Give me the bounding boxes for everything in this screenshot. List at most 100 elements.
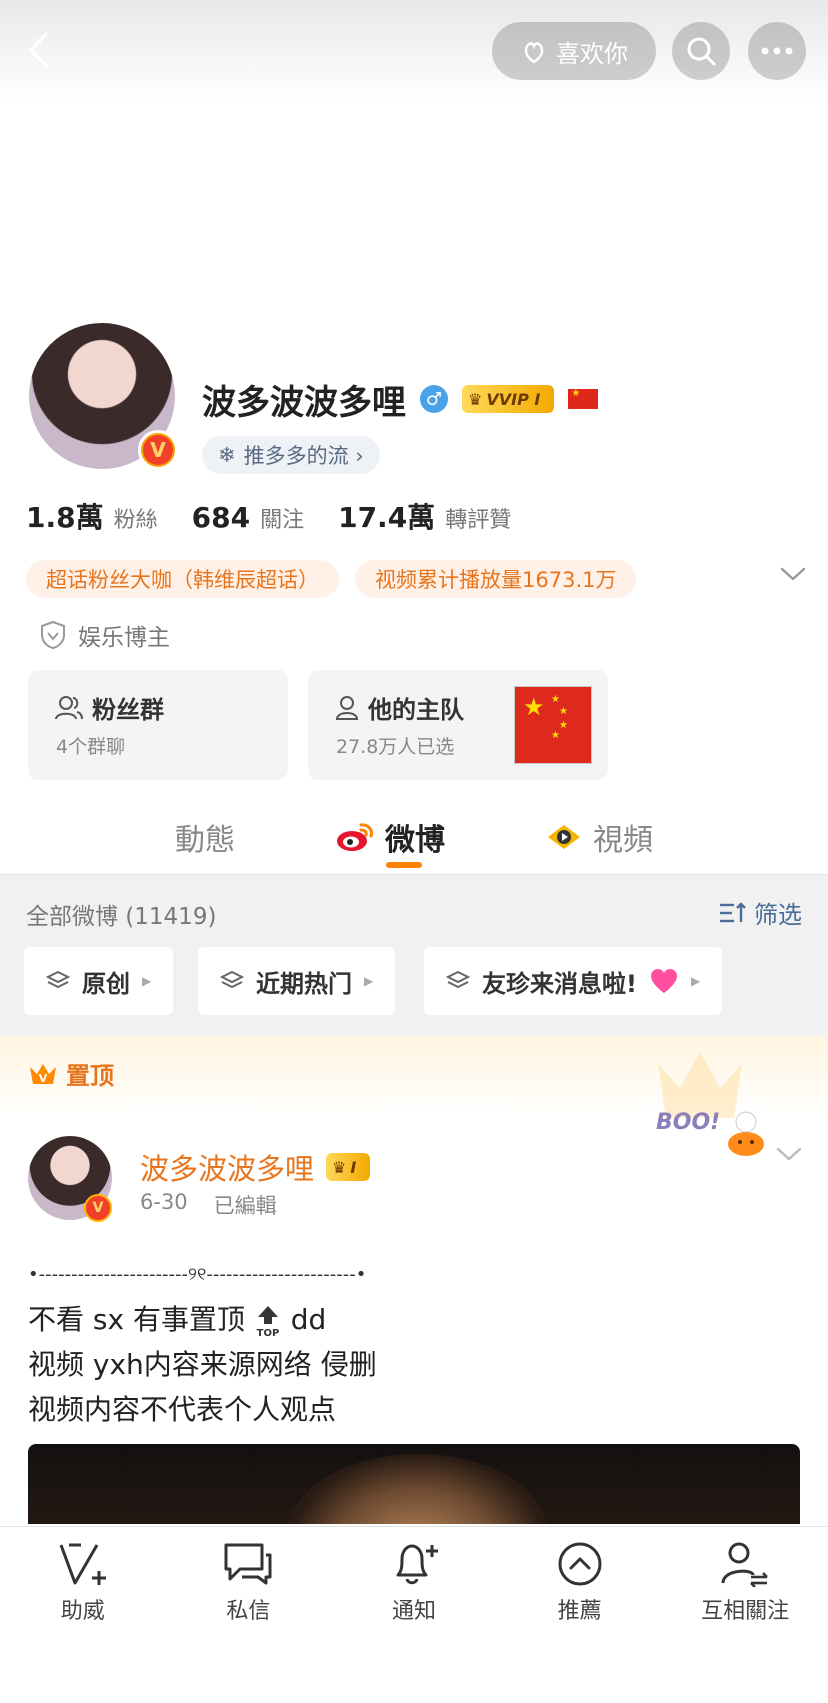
stat-fans[interactable]: 1.8萬 粉絲 <box>26 496 158 536</box>
fan-group-sub: 4个群聊 <box>56 736 126 758</box>
active-tab-indicator <box>386 862 422 868</box>
more-dots-icon <box>761 47 793 55</box>
tab-label: 動態 <box>175 823 235 858</box>
bottom-bar-label: 私信 <box>226 1599 271 1624</box>
chip-news[interactable]: 友珍来消息啦! ▶ <box>424 947 723 1015</box>
profile-page: 喜欢你 V 波多波波多哩 ♂ ♛ VVIP I ❄ 推多多的流 › 1.8萬 粉… <box>0 0 828 1703</box>
like-you-button[interactable]: 喜欢你 <box>492 22 656 80</box>
vip-label: VVIP I <box>486 389 541 409</box>
super-fan-tag[interactable]: 超话粉丝大咖（韩维辰超话） <box>26 560 339 598</box>
stat-number: 684 <box>191 501 251 534</box>
layers-icon <box>220 970 244 989</box>
profile-avatar[interactable]: V <box>26 320 178 472</box>
home-team-title-row: 他的主队 <box>334 690 464 725</box>
home-team-title: 他的主队 <box>368 696 464 724</box>
chip-recent-hot[interactable]: 近期热门 ▶ <box>198 947 396 1015</box>
stat-number: 17.4萬 <box>338 501 436 534</box>
shield-icon <box>41 620 65 650</box>
stat-following[interactable]: 684 關注 <box>192 501 304 534</box>
post-line: 不看 sx 有事置顶 TOP dd <box>28 1297 377 1342</box>
chip-original[interactable]: 原创 ▶ <box>24 947 174 1015</box>
post-video-thumbnail[interactable] <box>28 1444 800 1524</box>
group-icon <box>55 695 83 719</box>
bottom-bar-label: 推薦 <box>557 1599 602 1624</box>
post-line: 视频内容不代表个人观点 <box>28 1393 337 1426</box>
recommend-button[interactable]: 推薦 <box>505 1541 655 1703</box>
cheer-icon <box>59 1543 106 1585</box>
notify-button[interactable]: 通知 <box>339 1541 489 1703</box>
stat-number: 1.8萬 <box>26 501 104 534</box>
bottom-bar-label: 互相關注 <box>701 1599 790 1624</box>
tab-label: 微博 <box>385 823 445 858</box>
bottom-bar-label: 助威 <box>60 1599 105 1624</box>
crown-icon: V <box>30 1063 56 1085</box>
chevron-down-icon <box>780 567 806 581</box>
post-edited: 已編輯 <box>213 1194 277 1218</box>
back-button[interactable] <box>18 28 58 72</box>
post-author-name[interactable]: 波多波波多哩 <box>140 1146 314 1188</box>
post-menu-button[interactable] <box>776 1146 802 1166</box>
top-bar: 喜欢你 <box>0 0 828 100</box>
heart-hand-icon <box>524 42 544 64</box>
filter-button[interactable]: 筛选 <box>718 895 802 930</box>
pinned-label: 置顶 <box>66 1062 114 1090</box>
snowflake-icon: ❄ <box>218 443 236 467</box>
mutual-follow-button[interactable]: 互相關注 <box>670 1541 820 1703</box>
post-line: 视频 yxh内容来源网络 侵删 <box>28 1348 377 1381</box>
caret-right-icon: ▶ <box>142 974 152 988</box>
vip-badge[interactable]: ♛ VVIP I <box>462 385 555 413</box>
filter-label: 筛选 <box>754 901 802 929</box>
chip-label: 近期热门 <box>256 969 352 998</box>
weibo-logo-icon <box>337 823 373 851</box>
filter-icon <box>720 901 746 922</box>
fan-group-card[interactable]: 粉丝群 4个群聊 <box>28 670 288 780</box>
expand-tags-button[interactable] <box>780 566 806 586</box>
topic-label: 推多多的流 › <box>243 444 364 468</box>
tag-row: 超话粉丝大咖（韩维辰超话） 视频累计播放量1673.1万 <box>26 560 806 598</box>
filter-area: 全部微博 (11419) 筛选 原创 ▶ 近期热门 ▶ 友珍来消息啦! ▶ <box>0 874 828 1036</box>
stat-interactions[interactable]: 17.4萬 轉評贊 <box>338 496 511 536</box>
top-arrow-icon: TOP <box>257 1306 279 1338</box>
name-row: 波多波波多哩 ♂ ♛ VVIP I <box>202 376 599 423</box>
stats-row: 1.8萬 粉絲 684 關注 17.4萬 轉評贊 <box>26 496 511 536</box>
follow-icon <box>721 1542 769 1587</box>
home-team-sub: 27.8万人已选 <box>336 736 455 758</box>
verified-badge-icon: V <box>84 1194 112 1222</box>
fan-group-title-row: 粉丝群 <box>54 690 164 725</box>
member-badge-label: I <box>350 1157 357 1177</box>
pumpkin-ghost-icon <box>728 1111 764 1156</box>
crown-icon: ♛ <box>332 1157 347 1177</box>
video-views-tag[interactable]: 视频累计播放量1673.1万 <box>355 560 637 598</box>
role-row: 娱乐博主 <box>40 618 170 652</box>
cheer-button[interactable]: 助威 <box>8 1541 158 1703</box>
layers-icon <box>446 970 470 989</box>
bottom-bar-label: 通知 <box>391 1599 436 1624</box>
caret-right-icon: ▶ <box>690 974 701 988</box>
chip-label: 友珍来消息啦! <box>482 969 637 998</box>
chevron-down-icon <box>776 1147 802 1161</box>
decorative-divider: •-----------------------୨୧--------------… <box>28 1264 367 1285</box>
male-icon: ♂ <box>420 385 448 413</box>
post-text: dd <box>290 1303 327 1336</box>
heart-icon <box>650 969 677 993</box>
layers-icon <box>46 970 70 989</box>
crown-icon: ♛ <box>468 389 483 409</box>
more-button[interactable] <box>748 22 806 80</box>
tab-videos[interactable]: 視頻 <box>545 800 653 874</box>
member-badge[interactable]: ♛ I <box>326 1153 371 1181</box>
svg-text:V: V <box>39 1072 48 1085</box>
china-flag-icon: ★ ★ ★ ★ ★ <box>514 686 592 764</box>
post-meta: 6-30 已編輯 <box>140 1190 277 1220</box>
tab-dynamics[interactable]: 動態 <box>175 800 235 874</box>
topic-pill[interactable]: ❄ 推多多的流 › <box>202 436 380 474</box>
tab-label: 視頻 <box>593 823 653 858</box>
username: 波多波波多哩 <box>202 382 406 423</box>
search-button[interactable] <box>672 22 730 80</box>
like-you-label: 喜欢你 <box>556 39 628 68</box>
tab-weibo[interactable]: 微博 <box>335 800 445 874</box>
boo-decoration: BOO! <box>656 1110 721 1135</box>
home-team-card[interactable]: 他的主队 27.8万人已选 ★ ★ ★ ★ ★ <box>308 670 608 780</box>
person-icon <box>335 695 359 720</box>
pinned-label-row: V 置顶 <box>28 1056 114 1091</box>
message-button[interactable]: 私信 <box>173 1541 323 1703</box>
